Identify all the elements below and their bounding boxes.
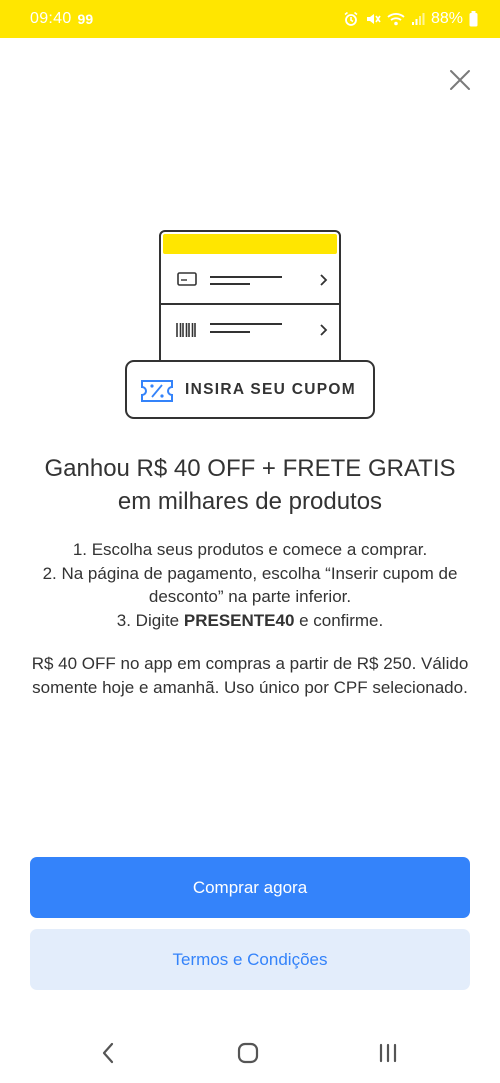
system-nav-bar: [0, 1023, 500, 1083]
nav-recents-button[interactable]: [368, 1037, 408, 1069]
step-3-suffix: e confirme.: [294, 610, 384, 630]
home-icon: [237, 1042, 259, 1064]
coupon-label: INSIRA SEU CUPOM: [185, 381, 356, 398]
offer-headline: Ganhou R$ 40 OFF + FRETE GRATIS em milha…: [44, 455, 456, 515]
buy-now-button[interactable]: Comprar agora: [30, 857, 470, 918]
back-icon: [102, 1042, 114, 1064]
close-button[interactable]: [444, 64, 476, 96]
offer-conditions: R$ 40 OFF no app em compras a partir de …: [31, 654, 469, 697]
coupon-code: PRESENTE40: [183, 610, 295, 630]
coupon-illustration: INSIRA SEU CUPOM: [122, 228, 378, 422]
status-right: 88%: [343, 10, 478, 28]
alarm-icon: [343, 11, 359, 27]
instructions: 1. Escolha seus produtos e comece a comp…: [30, 538, 470, 632]
mute-icon: [365, 11, 381, 27]
signal-icon: [411, 12, 425, 26]
wifi-icon: [387, 11, 405, 27]
step-1: 1. Escolha seus produtos e comece a comp…: [72, 540, 428, 559]
notification-badge: 99: [77, 11, 94, 27]
status-time: 09:40: [30, 10, 72, 27]
step-3: 3. Digite PRESENTE40 e confirme.: [30, 609, 470, 633]
status-bar: 09:40 99 88%: [0, 0, 500, 38]
recents-icon: [379, 1043, 397, 1063]
step-2: 2. Na página de pagamento, escolha “Inse…: [42, 563, 458, 607]
step-3-prefix: 3. Digite: [116, 610, 184, 630]
nav-back-button[interactable]: [88, 1037, 128, 1069]
status-left: 09:40 99: [30, 10, 93, 28]
battery-percent: 88%: [430, 10, 463, 27]
close-icon: [450, 70, 470, 90]
battery-icon: [469, 11, 478, 27]
terms-button[interactable]: Termos e Condições: [30, 929, 470, 990]
nav-home-button[interactable]: [228, 1037, 268, 1069]
